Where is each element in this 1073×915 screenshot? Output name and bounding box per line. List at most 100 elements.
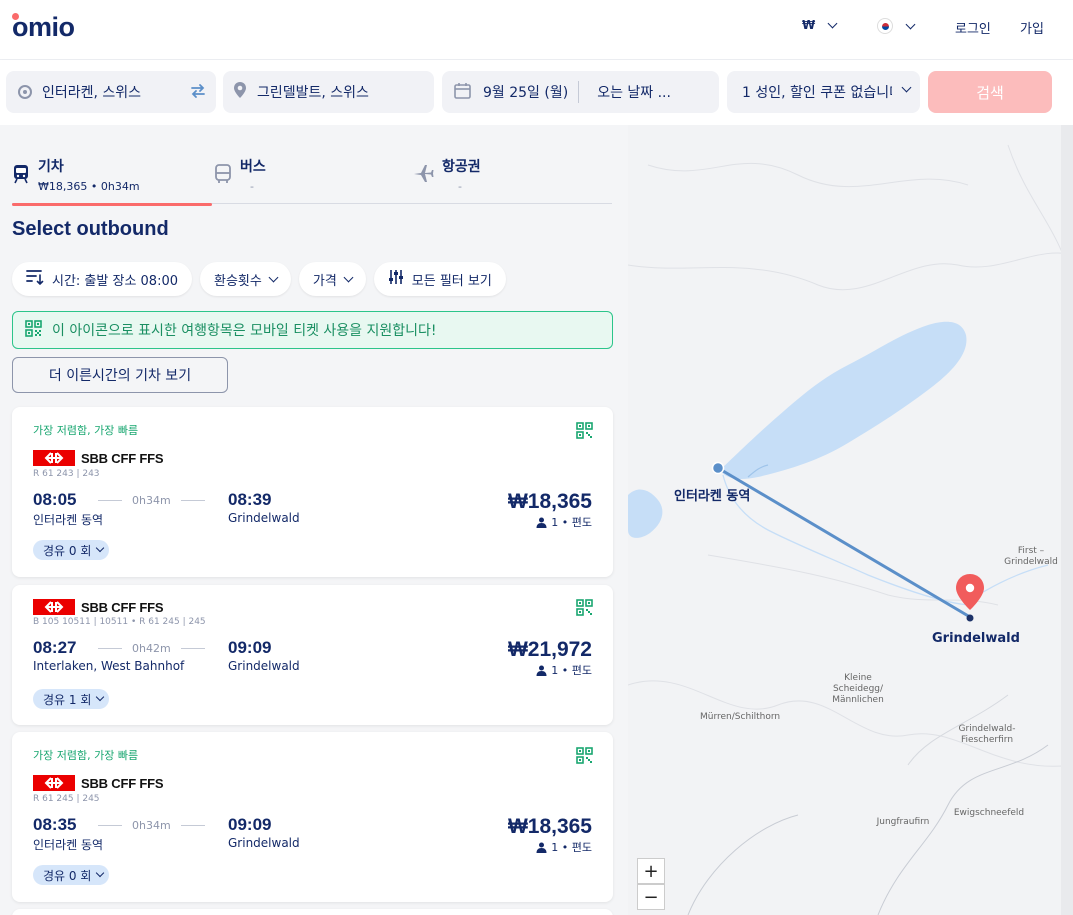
chevron-down-icon <box>96 543 105 553</box>
result-card[interactable]: 가장 저렴함, 가장 빠름 SBB CFF FFS R 61 243 | 243… <box>12 407 613 577</box>
stops-chip[interactable]: 경유 0 회 <box>33 540 110 560</box>
arrival-station: Grindelwald <box>228 836 300 850</box>
sliders-icon <box>388 269 404 289</box>
departure-date: 9월 25일 (월) <box>483 85 569 101</box>
swap-icon[interactable] <box>190 82 206 104</box>
price-filter-label: 가격 <box>312 273 337 289</box>
destination-field[interactable]: 그린델발트, 스위스 <box>223 71 434 113</box>
transport-tabs: 기차 ₩18,365 • 0h34m 버스 - 항공권 - <box>12 150 612 206</box>
price: ₩18,365 <box>507 490 592 513</box>
operator: SBB CFF FFS <box>33 450 163 466</box>
duration-text: 0h34m <box>132 494 171 507</box>
duration-text: 0h34m <box>132 819 171 832</box>
arrival-time: 08:39 <box>228 490 272 509</box>
person-icon <box>536 842 547 853</box>
plane-icon <box>412 162 434 188</box>
stops-chip[interactable]: 경유 0 회 <box>33 865 110 885</box>
cheapest-fastest-badge: 가장 저렴함, 가장 빠름 <box>33 749 139 762</box>
passenger-text: 1 • 편도 <box>551 516 592 529</box>
top-header: omio ₩ 로그인 가입 <box>0 0 1073 60</box>
all-filters-label: 모든 필터 보기 <box>411 273 492 289</box>
sort-label: 시간: 출발 장소 08:00 <box>52 273 179 289</box>
all-filters-chip[interactable]: 모든 필터 보기 <box>373 262 506 296</box>
qr-code-icon <box>576 747 593 764</box>
mobile-ticket-banner-text: 이 아이콘으로 표시한 여행항목은 모바일 티켓 사용을 지원합니다! <box>52 323 437 339</box>
map-place-label: Mürren/Schilthorn <box>700 712 781 722</box>
language-selector[interactable] <box>877 18 916 34</box>
signup-link[interactable]: 가입 <box>1020 18 1044 37</box>
map-canvas <box>628 125 1073 915</box>
date-divider <box>578 81 580 103</box>
login-link[interactable]: 로그인 <box>955 18 991 37</box>
stops-text: 경유 0 회 <box>43 543 92 558</box>
result-card[interactable]: SBB CFF FFS B 105 10511 | 10511 • R 61 2… <box>12 585 613 725</box>
departure-station: 인터라켄 동역 <box>33 838 104 852</box>
price-filter-chip[interactable]: 가격 <box>298 262 366 296</box>
return-date-placeholder[interactable]: 오는 날짜 ... <box>597 82 671 102</box>
search-bar: 인터라켄, 스위스 그린델발트, 스위스 9월 25일 (월) 오는 날짜 ..… <box>0 60 1073 125</box>
passenger-info: 1 • 편도 <box>536 662 592 678</box>
transfers-filter-chip[interactable]: 환승횟수 <box>200 262 291 296</box>
sort-chip[interactable]: 시간: 출발 장소 08:00 <box>12 262 193 296</box>
stops-chip[interactable]: 경유 1 회 <box>33 689 110 709</box>
tab-bus[interactable]: 버스 - <box>214 150 414 204</box>
tab-flights[interactable]: 항공권 - <box>412 150 612 204</box>
route-map[interactable]: 인터라켄 동역 Grindelwald First – Grindelwald … <box>628 125 1073 915</box>
chevron-down-icon <box>905 19 916 29</box>
sbb-logo-icon <box>33 599 75 615</box>
sbb-logo-icon <box>33 450 75 466</box>
origin-field[interactable]: 인터라켄, 스위스 <box>6 71 216 113</box>
trip-duration: 0h34m <box>98 494 205 507</box>
route-code: R 61 243 | 243 <box>33 469 100 479</box>
tab-flights-summary: - <box>458 180 462 193</box>
destination-value: 그린델발트, 스위스 <box>257 85 369 101</box>
sort-icon <box>26 269 44 289</box>
chevron-down-icon <box>96 692 105 702</box>
map-destination-label: Grindelwald <box>932 631 1020 646</box>
cheapest-fastest-badge: 가장 저렴함, 가장 빠름 <box>33 424 139 437</box>
page-title: Select outbound <box>12 218 169 240</box>
zoom-in-button[interactable]: + <box>637 858 665 884</box>
currency-selector[interactable]: ₩ <box>802 18 838 32</box>
passenger-info: 1 • 편도 <box>536 514 592 530</box>
person-icon <box>536 665 547 676</box>
omio-logo[interactable]: omio <box>12 12 75 43</box>
tab-train[interactable]: 기차 ₩18,365 • 0h34m <box>12 150 212 206</box>
departure-station: 인터라켄 동역 <box>33 513 104 527</box>
origin-value: 인터라켄, 스위스 <box>42 85 142 101</box>
stops-text: 경유 0 회 <box>43 868 92 883</box>
zoom-out-button[interactable]: − <box>637 884 665 910</box>
operator-name: SBB CFF FFS <box>81 599 164 615</box>
result-card[interactable]: 가장 저렴함, 가장 빠름 SBB CFF FFS R 61 245 | 245… <box>12 732 613 902</box>
tab-bus-label: 버스 <box>240 159 266 175</box>
stops-text: 경유 1 회 <box>43 692 92 707</box>
passenger-text: 1 • 편도 <box>551 664 592 677</box>
train-icon <box>12 164 30 188</box>
transfers-filter-label: 환승횟수 <box>214 273 262 289</box>
operator-name: SBB CFF FFS <box>81 775 164 791</box>
duration-text: 0h42m <box>132 642 171 655</box>
price: ₩21,972 <box>507 638 592 661</box>
mobile-ticket-banner: 이 아이콘으로 표시한 여행항목은 모바일 티켓 사용을 지원합니다! <box>12 311 613 349</box>
filter-bar: 시간: 출발 장소 08:00 환승횟수 가격 모든 필터 보기 <box>12 262 506 296</box>
tab-flights-label: 항공권 <box>442 159 481 175</box>
result-card-partial[interactable] <box>12 909 613 915</box>
korea-flag-icon <box>877 18 893 34</box>
qr-code-icon <box>576 599 593 616</box>
qr-code-icon <box>576 422 593 439</box>
arrival-station: Grindelwald <box>228 659 300 673</box>
passengers-value: 1 성인, 할인 쿠폰 없습니다 <box>742 85 892 101</box>
date-field[interactable]: 9월 25일 (월) 오는 날짜 ... <box>442 71 719 113</box>
map-place-label: Ewigschneefeld <box>953 808 1025 818</box>
active-tab-indicator <box>12 203 212 206</box>
search-button[interactable]: 검색 <box>928 71 1052 113</box>
departure-station: Interlaken, West Bahnhof <box>33 659 185 673</box>
tab-train-summary: ₩18,365 • 0h34m <box>38 180 140 193</box>
tab-bus-summary: - <box>250 180 254 193</box>
passengers-field[interactable]: 1 성인, 할인 쿠폰 없습니다 <box>727 71 920 113</box>
trip-duration: 0h34m <box>98 819 205 832</box>
bus-icon <box>214 164 232 188</box>
show-earlier-trains-button[interactable]: 더 이른시간의 기차 보기 <box>12 357 228 393</box>
passenger-text: 1 • 편도 <box>551 841 592 854</box>
price: ₩18,365 <box>507 815 592 838</box>
